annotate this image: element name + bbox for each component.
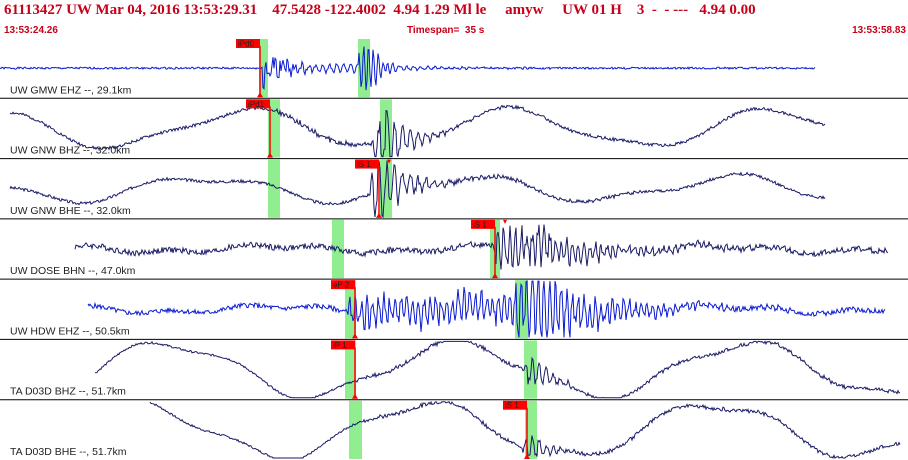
seismic-waveform	[95, 340, 901, 399]
trace-row[interactable]: iPd0 UW GMW EHZ --, 29.1km	[0, 39, 816, 98]
pick-label: iPd1	[248, 100, 265, 109]
seismic-waveform	[9, 104, 826, 158]
trace-row[interactable]: eP 2 UW HDW EHZ --, 50.5km	[0, 278, 908, 339]
event-summary: 61113427 UW Mar 04, 2016 13:53:29.31 47.…	[4, 2, 756, 18]
trace-row[interactable]: iPd1 UW GNW BHZ --, 32.0km	[0, 97, 908, 158]
phase-window	[332, 219, 344, 279]
channel-label: TA D03D BHE --, 51.7km	[10, 446, 127, 458]
pick-label: eP 2	[333, 281, 350, 290]
pick-label: iPd0	[238, 40, 255, 49]
pick-label: iS 1	[357, 160, 371, 169]
phase-window	[268, 159, 280, 218]
channel-label: UW HDW EHZ --, 50.5km	[10, 325, 130, 337]
channel-label: UW GNW BHZ --, 32.0km	[10, 145, 130, 157]
channel-label: UW GMW EHZ --, 29.1km	[10, 84, 132, 96]
start-time: 13:53:24.26	[4, 25, 58, 36]
trace-row[interactable]: iS 1 UW GNW BHE --, 32.0km	[0, 158, 908, 219]
seismic-waveform	[74, 224, 889, 270]
pick-label: iP 1	[333, 341, 347, 350]
event-header: 61113427 UW Mar 04, 2016 13:53:29.31 47.…	[0, 0, 908, 38]
pick-label: iS 1	[473, 220, 487, 229]
channel-label: UW GNW BHE --, 32.0km	[10, 205, 131, 217]
channel-label: TA D03D BHZ --, 51.7km	[10, 386, 126, 398]
trace-row[interactable]: iP 1 TA D03D BHZ --, 51.7km	[0, 338, 908, 399]
phase-window	[349, 400, 362, 459]
timespan: Timespan= 35 s	[407, 25, 485, 36]
seismic-waveform	[9, 160, 826, 219]
phase-window	[524, 340, 537, 399]
pick-arrow-icon	[503, 219, 507, 224]
pick-label: iS 1	[505, 401, 519, 410]
seismic-waveform	[87, 280, 886, 338]
end-time: 13:53:58.83	[852, 25, 906, 36]
trace-row[interactable]: iS 1 UW DOSE BHN --, 47.0km	[0, 218, 908, 279]
channel-label: UW DOSE BHN --, 47.0km	[10, 265, 136, 277]
trace-row[interactable]: iS 1 TA D03D BHE --, 51.7km	[0, 399, 908, 459]
waveform-panel[interactable]: iPd0 UW GMW EHZ --, 29.1km iPd1 UW GNW BHZ …	[0, 38, 908, 460]
